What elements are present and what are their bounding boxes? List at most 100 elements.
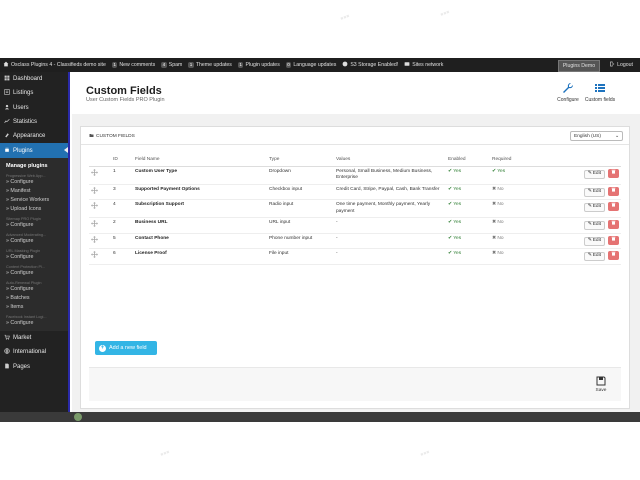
sidebar-item-plugins[interactable]: Plugins [0,143,68,158]
delete-button[interactable] [608,251,619,260]
sidebar-item-label: Users [13,104,29,111]
cell-required: ✖ No [490,248,540,265]
actions-column-header [540,154,621,167]
logout-link[interactable]: Logout [606,58,636,72]
check-icon: ✔ [448,220,453,225]
pencil-icon: ✎ [587,204,592,210]
cell-field-name: Custom User Type [133,166,267,185]
submenu-link[interactable]: » Configure [0,221,68,230]
custom-fields-panel: CUSTOM FIELDS English (US) ⌄ ID Field Na… [80,126,630,409]
language-updates-link[interactable]: 0 Language updates [283,58,340,72]
sidebar-item-listings[interactable]: Listings [0,86,68,100]
drag-handle[interactable] [89,248,111,265]
submenu-link[interactable]: » Items [0,303,68,312]
sidebar-item-users[interactable]: Users [0,101,68,115]
watermark: ▪▪▪ [338,10,351,24]
network-icon [404,61,410,69]
cell-required: ✖ No [490,199,540,218]
drag-handle[interactable] [89,233,111,249]
submenu-link[interactable]: » Service Workers [0,196,68,205]
plugin-updates-link[interactable]: 1 Plugin updates [235,58,283,72]
enabled-value: Yes [453,220,462,225]
admin-bar: Osclass Plugins 4 - Classifieds demo sit… [0,58,640,72]
edit-button[interactable]: ✎ Edit [583,252,605,261]
pencil-icon: ✎ [587,237,592,243]
custom-fields-label: Custom fields [584,97,616,103]
sidebar-item-international[interactable]: International [0,345,68,359]
sidebar-item-label: International [13,349,47,356]
theme-updates-link[interactable]: 1 Theme updates [185,58,235,72]
edit-button[interactable]: ✎ Edit [583,187,605,197]
pencil-icon: ✎ [587,253,592,259]
language-select[interactable]: English (US) ⌄ [570,131,623,141]
site-link[interactable]: Osclass Plugins 4 - Classifieds demo sit… [0,58,109,72]
custom-fields-button[interactable]: Custom fields [580,82,620,103]
cell-type: Checkbox input [267,184,334,200]
drag-handle[interactable] [89,166,111,185]
cell-enabled: ✔ Yes [446,166,490,185]
appearance-icon [4,132,10,140]
cell-id: 2 [111,217,133,234]
move-icon [91,251,98,260]
table-row: 3 Supported Payment Options Checkbox input… [89,184,621,200]
spam-link[interactable]: 4 Spam [158,58,185,72]
delete-button[interactable] [608,235,619,245]
sidebar-item-label: Listings [13,90,34,97]
page: Osclass Plugins 4 - Classifieds demo sit… [0,0,640,480]
save-button[interactable]: Save [589,376,613,393]
cell-required: ✖ No [490,233,540,249]
sidebar-item-statistics[interactable]: Statistics [0,115,68,129]
edit-button[interactable]: ✎ Edit [583,236,605,246]
delete-button[interactable] [608,186,619,196]
check-icon: ✔ [448,235,453,241]
sidebar-item-pages[interactable]: Pages [0,359,68,373]
page-title: Custom Fields [86,85,162,97]
edit-button[interactable]: ✎ Edit [583,169,605,179]
storage-link[interactable]: S3 Storage Enabled! [339,58,401,72]
delete-button[interactable] [608,220,619,229]
submenu-link[interactable]: » Manifest [0,187,68,196]
cell-actions: ✎ Edit [540,199,621,218]
sidebar-item-market[interactable]: Market [0,331,68,345]
chevron-down-icon: ⌄ [614,133,619,139]
submenu-heading[interactable]: Manage plugins [0,161,68,171]
home-icon [3,61,9,69]
submenu-link[interactable]: » Upload Icons [0,205,68,214]
plugins-demo-label: Plugins Demo [562,62,596,69]
drag-handle[interactable] [89,217,111,234]
delete-button[interactable] [608,202,619,211]
cell-type: Phone number input [267,233,334,249]
plugins-demo-button[interactable]: Plugins Demo [557,59,601,72]
cell-enabled: ✔ Yes [446,199,490,218]
watermark: ▪▪▪ [158,446,171,460]
sidebar: Dashboard Listings Users Statistics Appearan… [0,72,70,412]
drag-handle[interactable] [89,184,111,200]
submenu-link[interactable]: » Configure [0,178,68,187]
check-icon: ✔ [448,202,453,207]
submenu-link[interactable]: » Configure [0,319,68,328]
cell-field-name: License Proof [133,248,267,265]
sites-network-label: Sites network [412,62,444,68]
edit-button[interactable]: ✎ Edit [583,203,605,212]
submenu-link[interactable]: » Configure [0,253,68,262]
submenu-link[interactable]: » Configure [0,269,68,278]
plugins-icon [4,147,10,155]
sidebar-item-appearance[interactable]: Appearance [0,129,68,143]
required-value: No [497,202,504,207]
add-field-button[interactable]: + Add a new field [95,341,157,355]
edit-label: Edit [592,253,601,259]
sidebar-item-dashboard[interactable]: Dashboard [0,72,68,86]
drag-handle[interactable] [89,199,111,218]
page-subtitle: User Custom Fields PRO Plugin [86,97,165,103]
new-comments-link[interactable]: 1 New comments [109,58,158,72]
cell-field-name: Supported Payment Options [133,184,267,200]
cell-required: ✔ Yes [490,166,540,185]
submenu-link[interactable]: » Batches [0,294,68,303]
save-label: Save [595,388,607,393]
sites-network-link[interactable]: Sites network [401,58,446,72]
edit-button[interactable]: ✎ Edit [583,221,605,230]
delete-button[interactable] [608,168,619,178]
cell-enabled: ✔ Yes [446,248,490,265]
submenu-link[interactable]: » Configure [0,285,68,294]
submenu-link[interactable]: » Configure [0,237,68,246]
